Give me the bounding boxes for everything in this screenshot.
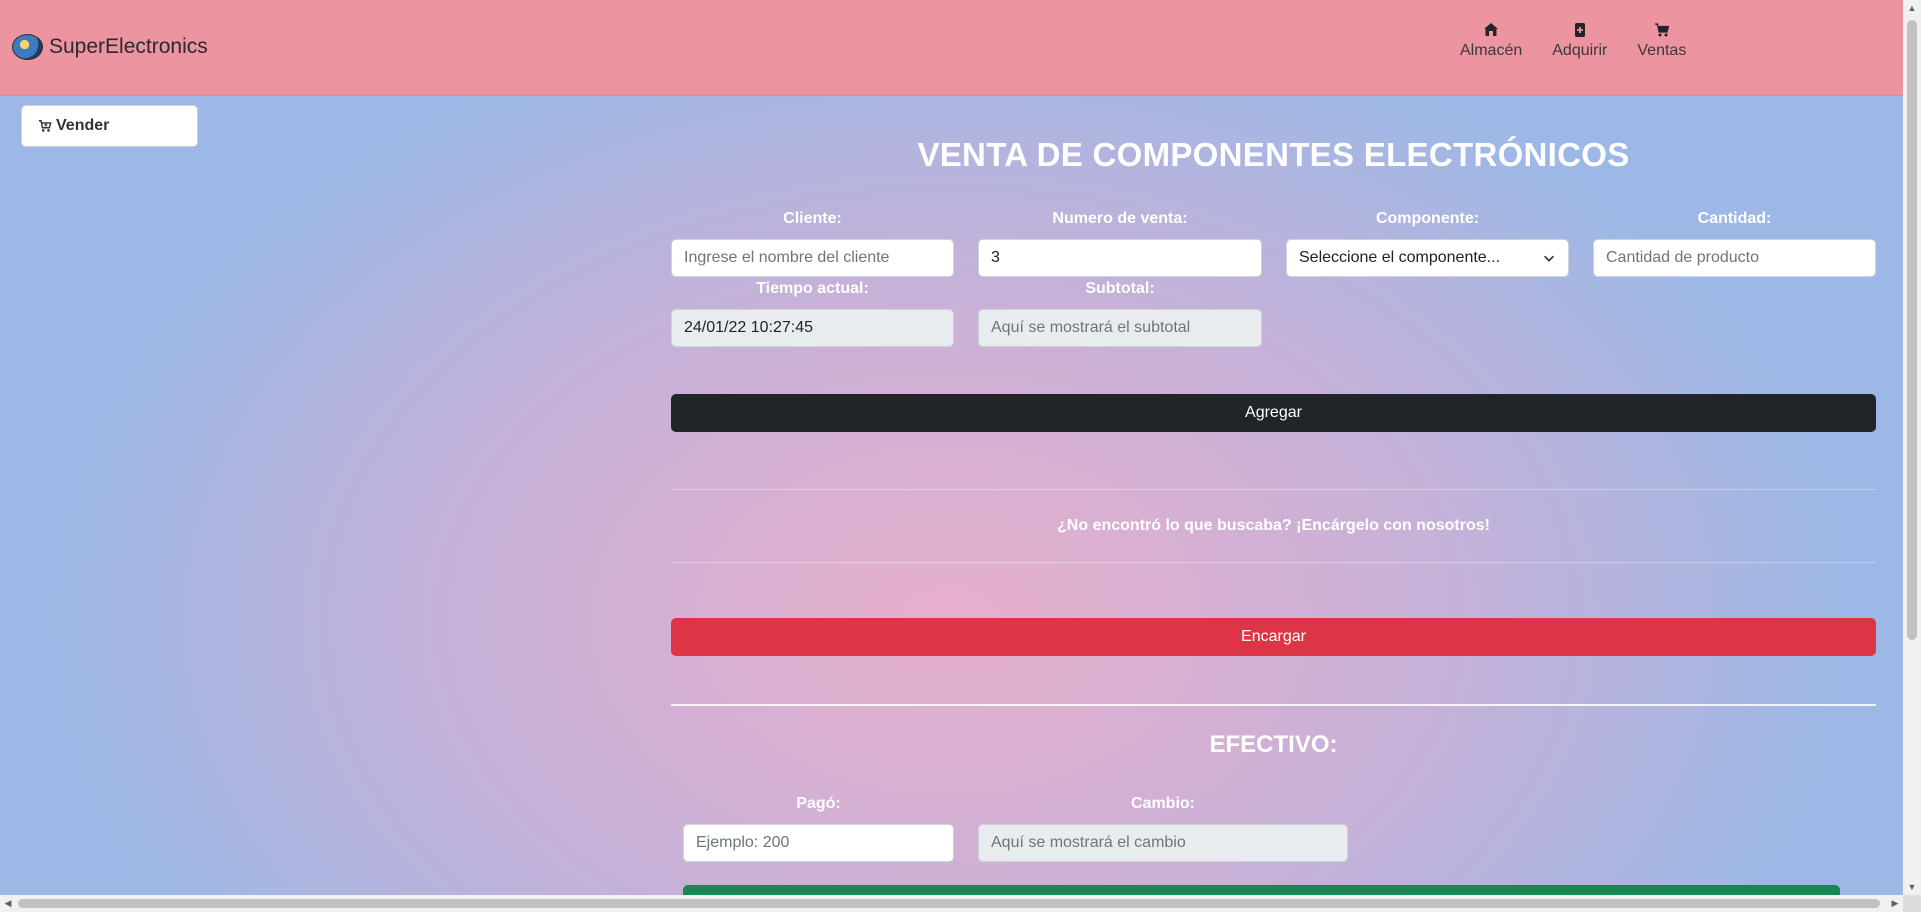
cliente-label: Cliente: — [783, 210, 842, 227]
vertical-scrollbar[interactable]: ▲ ▼ — [1903, 0, 1921, 912]
cantidad-input[interactable] — [1593, 239, 1876, 277]
warehouse-icon — [1484, 23, 1499, 36]
componente-select[interactable]: Seleccione el componente... — [1286, 239, 1569, 277]
nav-link-label: Almacén — [1460, 42, 1523, 59]
cliente-input[interactable] — [671, 239, 954, 277]
componente-label: Componente: — [1375, 210, 1480, 227]
tiempo-label: Tiempo actual: — [756, 280, 869, 297]
vender-button[interactable]: Vender — [21, 105, 198, 147]
cart-icon — [1654, 23, 1670, 37]
numero-venta-input[interactable] — [978, 239, 1262, 277]
chevron-down-icon — [1544, 255, 1554, 262]
pagar-button[interactable] — [683, 885, 1840, 895]
divider — [671, 704, 1876, 706]
tiempo-field — [671, 309, 954, 347]
horizontal-scrollbar[interactable]: ◀ ▶ — [0, 895, 1903, 912]
pago-input[interactable] — [683, 824, 954, 862]
encargar-button[interactable]: Encargar — [671, 618, 1876, 656]
vender-label: Vender — [56, 117, 110, 134]
numero-venta-label: Numero de venta: — [1052, 210, 1188, 227]
cambio-label: Cambio: — [1131, 795, 1195, 812]
nav-link-ventas[interactable]: Ventas — [1637, 22, 1686, 60]
subtotal-label: Subtotal: — [1085, 280, 1155, 297]
divider — [671, 562, 1876, 563]
brand-name: SuperElectronics — [49, 35, 208, 58]
scroll-down-icon[interactable]: ▼ — [1903, 879, 1921, 895]
add-device-icon — [1574, 23, 1585, 37]
agregar-button[interactable]: Agregar — [671, 394, 1876, 432]
componente-selected: Seleccione el componente... — [1299, 249, 1501, 266]
cambio-field — [978, 824, 1348, 862]
nav-link-label: Adquirir — [1552, 42, 1608, 59]
nav-link-adquirir[interactable]: Adquirir — [1552, 22, 1607, 60]
efectivo-title: EFECTIVO: — [1209, 731, 1338, 758]
navbar: SuperElectronics Almacén Adquirir Ventas — [0, 0, 1903, 96]
scroll-left-icon[interactable]: ◀ — [0, 895, 16, 912]
horizontal-scroll-thumb[interactable] — [18, 899, 1880, 908]
scroll-up-icon[interactable]: ▲ — [1903, 0, 1921, 16]
page-title: VENTA DE COMPONENTES ELECTRÓNICOS — [917, 136, 1630, 173]
brand[interactable]: SuperElectronics — [12, 34, 208, 60]
vertical-scroll-thumb[interactable] — [1907, 20, 1917, 640]
cart-plus-icon — [38, 120, 52, 132]
scrollbar-corner — [1903, 895, 1921, 912]
nav-link-label: Ventas — [1637, 42, 1687, 59]
nav-link-almacen[interactable]: Almacén — [1460, 22, 1522, 60]
pago-label: Pagó: — [796, 795, 841, 812]
encargo-notice: ¿No encontró lo que buscaba? ¡Encárgelo … — [1057, 517, 1490, 534]
divider — [671, 489, 1876, 490]
scroll-right-icon[interactable]: ▶ — [1887, 895, 1903, 912]
subtotal-field — [978, 309, 1262, 347]
brand-logo-icon — [12, 34, 43, 60]
nav-links: Almacén Adquirir Ventas — [1460, 22, 1686, 60]
cantidad-label: Cantidad: — [1697, 210, 1772, 227]
